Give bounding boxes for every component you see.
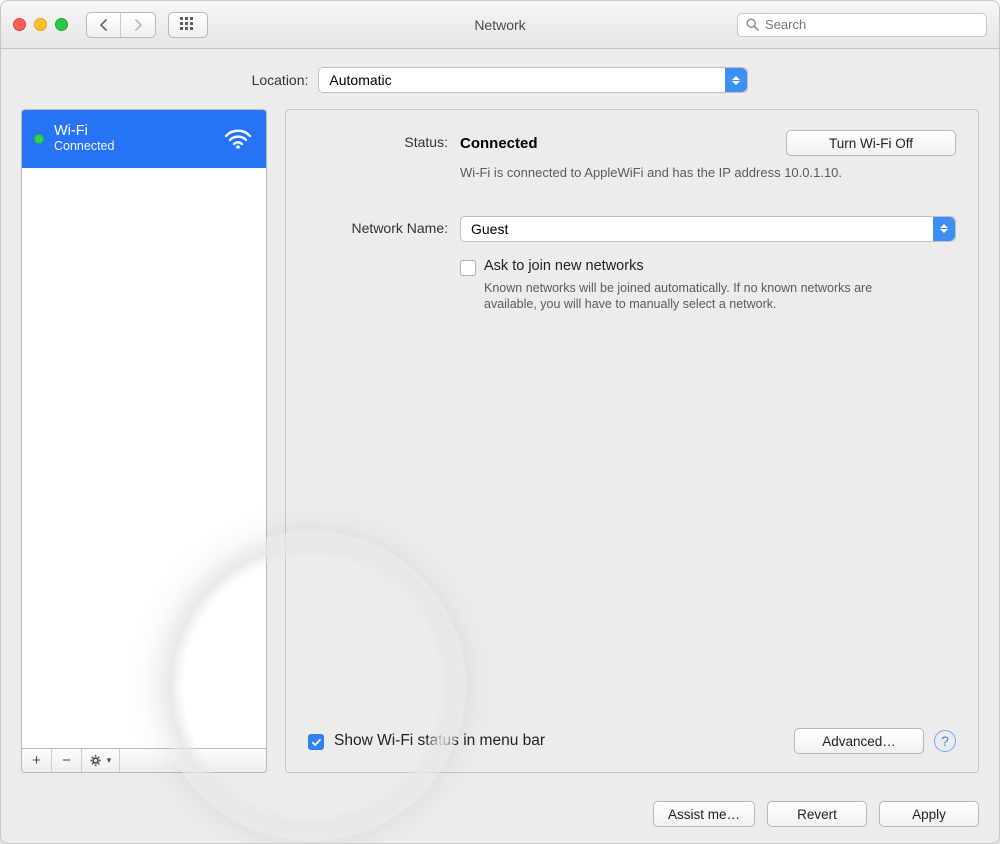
minimize-button[interactable] xyxy=(34,18,47,31)
network-name-label: Network Name: xyxy=(308,216,460,236)
status-dot-icon xyxy=(34,134,44,144)
interface-sidebar: Wi-Fi Connected xyxy=(21,109,267,773)
gear-icon xyxy=(90,754,106,767)
advanced-button[interactable]: Advanced… xyxy=(794,728,924,754)
network-prefs-window: Network Location: Automatic xyxy=(0,0,1000,844)
chevron-left-icon xyxy=(99,19,108,31)
checkmark-icon xyxy=(311,737,322,748)
updown-icon xyxy=(933,217,955,241)
wifi-icon xyxy=(224,128,252,150)
interface-item-wifi[interactable]: Wi-Fi Connected xyxy=(22,110,266,168)
zoom-button[interactable] xyxy=(55,18,68,31)
location-row: Location: Automatic xyxy=(21,67,979,93)
interface-list-toolbar: + − ▾ xyxy=(21,749,267,773)
show-all-button[interactable] xyxy=(168,12,208,38)
footer-buttons: Assist me… Revert Apply xyxy=(1,789,999,843)
panel-bottom-row: Show Wi-Fi status in menu bar Advanced… … xyxy=(308,728,956,754)
window-controls xyxy=(13,18,68,31)
location-select[interactable]: Automatic xyxy=(318,67,748,93)
remove-interface-button[interactable]: − xyxy=(52,749,82,772)
updown-icon xyxy=(725,68,747,92)
assist-me-button[interactable]: Assist me… xyxy=(653,801,755,827)
ask-to-join-checkbox[interactable] xyxy=(460,260,476,276)
ask-to-join-description: Known networks will be joined automatica… xyxy=(484,280,904,314)
chevron-down-icon: ▾ xyxy=(107,755,112,766)
turn-wifi-off-button[interactable]: Turn Wi-Fi Off xyxy=(786,130,956,156)
interface-subtitle: Connected xyxy=(54,140,114,154)
grid-icon xyxy=(180,17,196,33)
forward-button[interactable] xyxy=(121,13,155,37)
add-interface-button[interactable]: + xyxy=(22,749,52,772)
help-button[interactable]: ? xyxy=(934,730,956,752)
status-value: Connected xyxy=(460,135,538,152)
search-icon xyxy=(746,18,759,31)
detail-panel: Status: Connected Turn Wi-Fi Off Wi-Fi i… xyxy=(285,109,979,773)
apply-button[interactable]: Apply xyxy=(879,801,979,827)
status-label: Status: xyxy=(308,130,460,150)
status-description: Wi-Fi is connected to AppleWiFi and has … xyxy=(460,164,880,182)
interface-list[interactable]: Wi-Fi Connected xyxy=(21,109,267,749)
show-wifi-menubar-label: Show Wi-Fi status in menu bar xyxy=(334,732,545,750)
search-input[interactable] xyxy=(765,17,978,32)
interface-actions-button[interactable]: ▾ xyxy=(82,749,120,772)
location-value: Automatic xyxy=(329,72,391,88)
revert-button[interactable]: Revert xyxy=(767,801,867,827)
network-name-select[interactable]: Guest xyxy=(460,216,956,242)
location-label: Location: xyxy=(252,72,309,88)
content-area: Location: Automatic Wi-Fi Connected xyxy=(1,49,999,789)
ask-to-join-label: Ask to join new networks xyxy=(484,258,956,274)
network-name-value: Guest xyxy=(471,221,508,237)
back-button[interactable] xyxy=(87,13,121,37)
interface-title: Wi-Fi xyxy=(54,124,114,140)
titlebar: Network xyxy=(1,1,999,49)
chevron-right-icon xyxy=(134,19,143,31)
main-row: Wi-Fi Connected xyxy=(21,109,979,773)
close-button[interactable] xyxy=(13,18,26,31)
nav-segment xyxy=(86,12,156,38)
show-wifi-menubar-checkbox[interactable] xyxy=(308,734,324,750)
search-field[interactable] xyxy=(737,13,987,37)
